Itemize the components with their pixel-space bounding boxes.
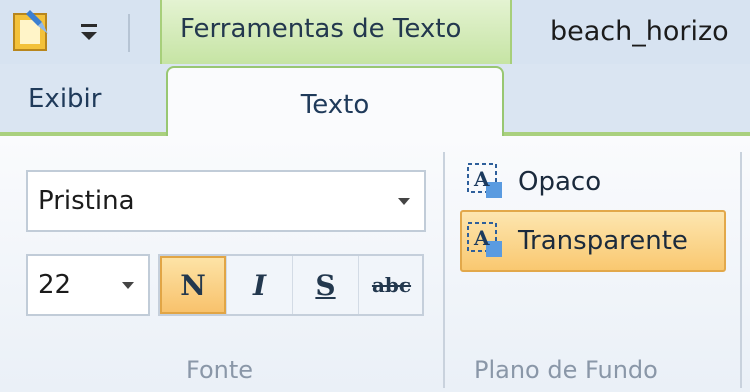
context-tab-text-tools[interactable]: Ferramentas de Texto xyxy=(160,0,512,64)
opaque-background-icon: A xyxy=(467,163,502,198)
transparent-background-icon: A xyxy=(467,222,502,257)
paint-app-icon[interactable] xyxy=(12,8,52,54)
toolbar-separator xyxy=(128,14,130,52)
window-title: beach_horizo xyxy=(550,16,729,47)
font-family-select[interactable]: Pristina xyxy=(26,170,426,232)
strikethrough-button[interactable]: abc xyxy=(358,256,424,314)
chevron-down-icon[interactable] xyxy=(398,198,410,205)
transparent-background-button[interactable]: A Transparente xyxy=(460,210,726,272)
font-size-value: 22 xyxy=(38,270,72,300)
font-group-label: Fonte xyxy=(186,356,254,384)
group-separator xyxy=(443,152,445,388)
bold-button[interactable]: N xyxy=(160,256,226,314)
tab-exibir[interactable]: Exibir xyxy=(28,84,101,114)
svg-text:A: A xyxy=(473,167,490,191)
svg-text:A: A xyxy=(473,226,490,250)
italic-button[interactable]: I xyxy=(226,256,292,314)
tab-texto[interactable]: Texto xyxy=(166,66,504,136)
group-separator xyxy=(740,152,742,388)
font-family-value: Pristina xyxy=(38,186,135,216)
opaque-background-button[interactable]: A Opaco xyxy=(462,158,730,206)
title-bar: Ferramentas de Texto beach_horizo xyxy=(0,0,750,64)
opaque-label: Opaco xyxy=(518,167,602,197)
chevron-down-icon[interactable] xyxy=(122,282,134,289)
background-group-label: Plano de Fundo xyxy=(474,356,658,384)
underline-button[interactable]: S xyxy=(292,256,358,314)
customize-quick-access-icon[interactable] xyxy=(78,18,100,46)
transparent-label: Transparente xyxy=(518,226,688,256)
font-size-select[interactable]: 22 xyxy=(26,254,150,316)
text-format-buttons: N I S abc xyxy=(158,254,424,316)
